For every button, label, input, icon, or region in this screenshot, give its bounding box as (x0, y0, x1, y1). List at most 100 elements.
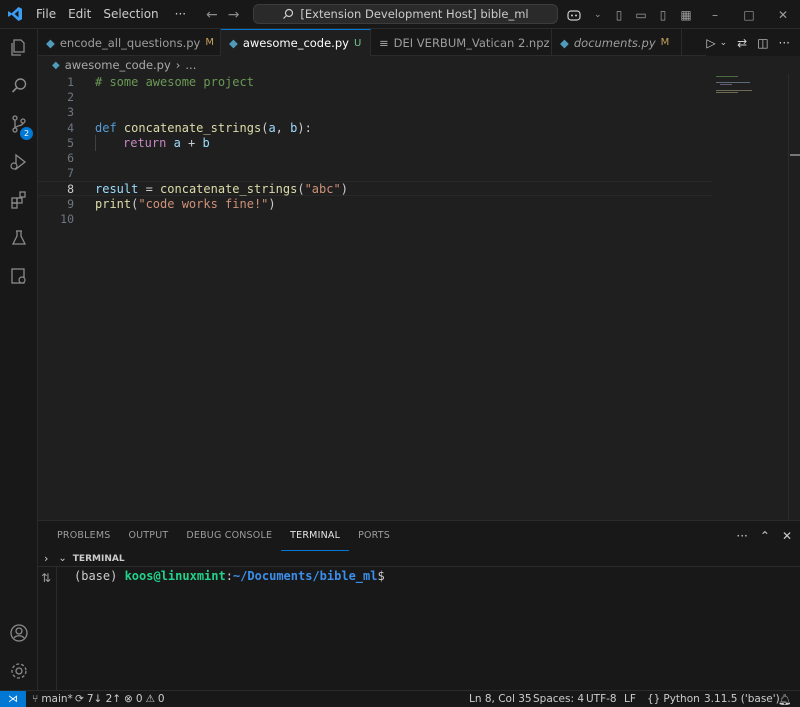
code-line: 10 (38, 212, 712, 227)
testing-flask-icon[interactable] (0, 219, 38, 257)
code-line: 1 # some awesome project (38, 74, 712, 89)
close-panel-icon[interactable]: ✕ (782, 529, 792, 543)
tab-ports[interactable]: PORTS (349, 521, 399, 551)
code-editor[interactable]: 1 # some awesome project 2 3 4 def conca… (38, 74, 800, 520)
tab-documents[interactable]: ◆ documents.py M (552, 29, 682, 56)
encoding[interactable]: UTF-8 (586, 691, 617, 707)
source-control-icon[interactable]: 2 (0, 105, 38, 143)
editor-tabs: ◆ encode_all_questions.py M ◆ awesome_co… (38, 29, 800, 56)
terminal-section-header[interactable]: › ⌄ TERMINAL (38, 551, 800, 567)
more-actions-icon[interactable]: ··· (736, 529, 747, 543)
python-interpreter[interactable]: 3.11.5 ('base') (704, 691, 780, 707)
split-editor-icon[interactable]: ◫ (757, 36, 768, 50)
tab-awesome-code[interactable]: ◆ awesome_code.py U (221, 29, 371, 56)
cursor-position[interactable]: Ln 8, Col 35 (469, 691, 532, 707)
language-mode[interactable]: {} Python (647, 691, 700, 707)
line-number: 2 (67, 89, 74, 104)
menu-selection[interactable]: Selection (97, 0, 164, 29)
branch-indicator[interactable]: ⑂ main* (32, 691, 73, 707)
param-token: a (268, 120, 276, 135)
copilot-icon[interactable] (566, 8, 584, 22)
toggle-panel-icon[interactable]: ▭ (630, 8, 652, 22)
braces-icon: {} (647, 693, 661, 705)
line-number: 3 (67, 105, 74, 120)
tab-encode-all-questions[interactable]: ◆ encode_all_questions.py M (38, 29, 221, 56)
vscode-logo-icon[interactable] (0, 0, 30, 29)
problems-indicator[interactable]: ⊗ 0 ⚠ 0 (124, 691, 165, 707)
run-debug-icon[interactable] (0, 143, 38, 181)
window-layout-controls: ▯ ▭ ▯ ▦ – □ ✕ (608, 0, 800, 29)
indent-guide (95, 134, 96, 151)
menu-edit[interactable]: Edit (62, 0, 97, 29)
prompt-env: (base) (74, 569, 125, 583)
variable-token: a (173, 135, 181, 150)
settings-gear-icon[interactable] (0, 652, 38, 690)
sync-indicator[interactable]: ⟳ 7↓ 2↑ (75, 691, 121, 707)
minimap[interactable] (714, 74, 788, 520)
more-actions-icon[interactable]: ··· (779, 36, 790, 50)
code-content: return a + b (123, 136, 210, 150)
code-content: result = concatenate_strings("abc") (95, 182, 348, 196)
code-content: # some awesome project (95, 75, 254, 89)
run-chevron-down-icon[interactable]: ⌄ (720, 38, 728, 48)
close-icon[interactable]: ✕ (766, 8, 800, 22)
explorer-icon[interactable] (0, 29, 38, 67)
accounts-icon[interactable] (0, 614, 38, 652)
compare-changes-icon[interactable]: ⇄ (737, 36, 747, 50)
command-center[interactable]: [Extension Development Host] bible_ml (253, 4, 558, 24)
line-number: 1 (67, 74, 74, 89)
command-center-label: [Extension Development Host] bible_ml (300, 7, 529, 21)
punct-token: , (275, 120, 291, 135)
warning-icon: ⚠ (145, 693, 155, 705)
tab-label: DEI VERBUM_Vatican 2.npz (393, 35, 550, 50)
maximize-panel-chevron-up-icon[interactable]: ⌃ (760, 529, 770, 543)
back-arrow-icon[interactable]: ← (206, 7, 218, 23)
remote-indicator[interactable]: ⋊ (0, 691, 26, 707)
indentation[interactable]: Spaces: 4 (533, 691, 584, 707)
function-name-token: print (95, 197, 132, 212)
tab-label: awesome_code.py (242, 36, 349, 50)
remote-explorer-icon[interactable] (0, 257, 38, 295)
code-content: def concatenate_strings(a, b): (95, 121, 312, 135)
breadcrumb-separator-icon: › (175, 58, 181, 72)
copilot-chevron-down-icon[interactable]: ⌄ (594, 10, 602, 20)
terminal-process-icon[interactable]: ⇅ (41, 571, 51, 585)
toggle-sidebar-icon[interactable]: ▯ (608, 8, 630, 22)
search-icon[interactable] (0, 67, 38, 105)
terminal-sidebar: ⇅ (38, 551, 56, 691)
notifications-bell-icon[interactable]: 🔔︎ (778, 691, 791, 707)
line-number: 6 (67, 151, 74, 166)
extensions-icon[interactable] (0, 181, 38, 219)
maximize-icon[interactable]: □ (732, 8, 766, 22)
menu-more[interactable]: ··· (169, 0, 192, 29)
function-name-token: concatenate_strings (123, 120, 262, 135)
tab-debug-console[interactable]: DEBUG CONSOLE (177, 521, 281, 551)
end-of-line[interactable]: LF (624, 691, 636, 707)
line-number: 7 (67, 166, 74, 181)
run-python-file-icon[interactable]: ▷ (706, 36, 715, 50)
breadcrumb-more[interactable]: ... (185, 58, 196, 72)
variable-token: b (202, 135, 210, 150)
breadcrumb-file[interactable]: awesome_code.py (65, 58, 171, 72)
minimize-icon[interactable]: – (698, 8, 732, 22)
sync-counts: 7↓ 2↑ (86, 693, 122, 705)
punct-token: ) (268, 197, 276, 212)
language-name: Python (663, 693, 700, 705)
string-token: "code works fine!" (138, 197, 269, 212)
terminal-prompt: (base) koos@linuxmint:~/Documents/bible_… (74, 569, 385, 583)
toggle-secondary-sidebar-icon[interactable]: ▯ (652, 8, 674, 22)
tab-dei-verbum[interactable]: ≡ DEI VERBUM_Vatican 2.npz (371, 29, 552, 56)
tab-problems[interactable]: PROBLEMS (48, 521, 119, 551)
forward-arrow-icon[interactable]: → (228, 7, 240, 23)
menu-file[interactable]: File (30, 0, 62, 29)
vertical-scrollbar[interactable] (788, 74, 800, 520)
line-number: 9 (67, 197, 74, 212)
string-token: "abc" (304, 181, 341, 196)
terminal-output[interactable]: (base) koos@linuxmint:~/Documents/bible_… (56, 567, 800, 691)
chevron-down-icon[interactable]: ⌄ (58, 553, 66, 564)
code-line: 2 (38, 89, 712, 104)
customize-layout-icon[interactable]: ▦ (674, 8, 698, 22)
keyword-token: def (95, 120, 117, 135)
tab-output[interactable]: OUTPUT (119, 521, 177, 551)
tab-terminal[interactable]: TERMINAL (281, 521, 350, 551)
